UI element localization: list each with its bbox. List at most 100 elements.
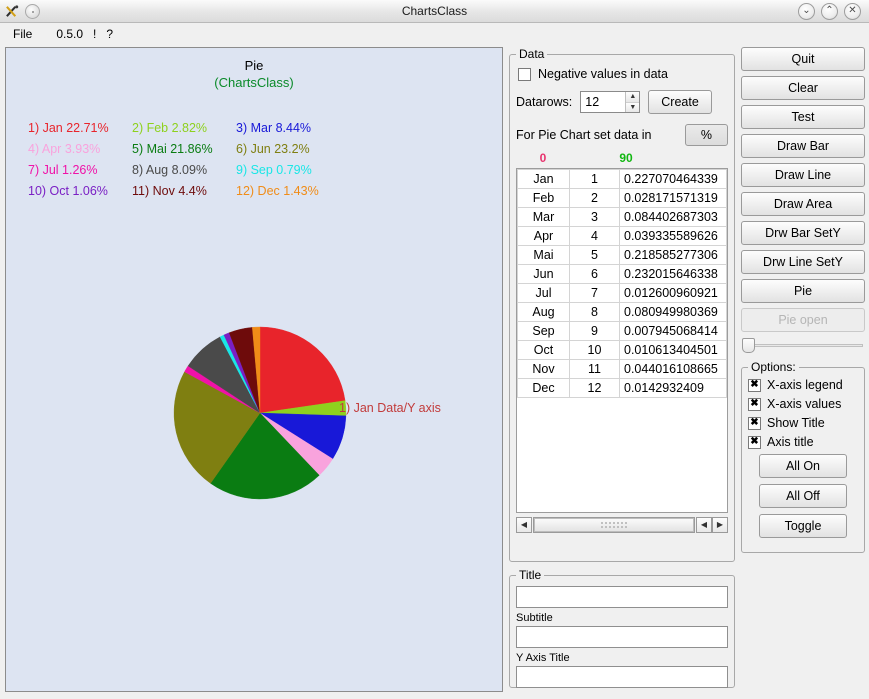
table-row[interactable]: Jun 6 0.232015646338 — [517, 264, 727, 284]
spin-down-icon[interactable]: ▼ — [626, 102, 640, 112]
scroll-right-icon[interactable]: ▶ — [712, 516, 728, 533]
cell-value[interactable]: 0.0142932409 — [619, 378, 727, 398]
percent-toggle-button[interactable]: % — [684, 124, 728, 146]
menu-item-file[interactable]: File — [10, 26, 35, 42]
cell-month[interactable]: Aug — [517, 302, 570, 322]
option-row[interactable]: Show Title — [748, 416, 858, 430]
maximize-icon[interactable]: ⌃ — [821, 2, 838, 20]
datarows-input[interactable] — [581, 92, 626, 112]
table-row[interactable]: Dec 12 0.0142932409 — [517, 378, 727, 398]
negative-values-row[interactable]: Negative values in data — [518, 67, 728, 81]
scrollbar-track[interactable] — [533, 516, 695, 533]
cell-month[interactable]: Feb — [517, 188, 570, 208]
negative-values-checkbox[interactable] — [518, 67, 531, 81]
checkbox-x-axis-legend[interactable] — [748, 378, 761, 392]
cell-value[interactable]: 0.010613404501 — [619, 340, 727, 360]
cell-month[interactable]: Mar — [517, 207, 570, 227]
cell-month[interactable]: Dec — [517, 378, 570, 398]
cell-index[interactable]: 7 — [569, 283, 620, 303]
table-row[interactable]: Sep 9 0.007945068414 — [517, 321, 727, 341]
pie-open-slider[interactable] — [741, 338, 865, 353]
cell-month[interactable]: Jan — [517, 169, 570, 189]
data-table-hscrollbar[interactable]: ◀ ◀ ▶ — [516, 516, 728, 533]
menu-item-help[interactable]: ? — [103, 26, 116, 42]
cell-month[interactable]: Oct — [517, 340, 570, 360]
table-row[interactable]: Apr 4 0.039335589626 — [517, 226, 727, 246]
table-row[interactable]: Mar 3 0.084402687303 — [517, 207, 727, 227]
chart-canvas[interactable]: Pie (ChartsClass) 1) Jan 22.71% 2) Feb 2.… — [5, 47, 503, 692]
option-row[interactable]: Axis title — [748, 435, 858, 449]
yaxis-title-input[interactable] — [516, 666, 728, 688]
subtitle-input[interactable] — [516, 626, 728, 648]
minimize-icon[interactable]: ⌄ — [798, 2, 815, 20]
quit-button[interactable]: Quit — [741, 47, 865, 71]
cell-index[interactable]: 4 — [569, 226, 620, 246]
drw-line-sety-button[interactable]: Drw Line SetY — [741, 250, 865, 274]
cell-index[interactable]: 2 — [569, 188, 620, 208]
cell-index[interactable]: 1 — [569, 169, 620, 189]
cell-value[interactable]: 0.028171571319 — [619, 188, 727, 208]
cell-month[interactable]: Sep — [517, 321, 570, 341]
cell-index[interactable]: 5 — [569, 245, 620, 265]
toggle-button[interactable]: Toggle — [759, 514, 847, 538]
draw-line-button[interactable]: Draw Line — [741, 163, 865, 187]
table-row[interactable]: Aug 8 0.080949980369 — [517, 302, 727, 322]
scroll-left-icon-2[interactable]: ◀ — [696, 516, 712, 533]
cell-month[interactable]: Apr — [517, 226, 570, 246]
cell-value[interactable]: 0.007945068414 — [619, 321, 727, 341]
cell-value[interactable]: 0.232015646338 — [619, 264, 727, 284]
cell-month[interactable]: Mai — [517, 245, 570, 265]
cell-index[interactable]: 3 — [569, 207, 620, 227]
cell-value[interactable]: 0.044016108665 — [619, 359, 727, 379]
close-icon[interactable]: ✕ — [844, 2, 861, 20]
option-row[interactable]: X-axis values — [748, 397, 858, 411]
menu-item-info[interactable]: ! — [90, 26, 99, 42]
title-input[interactable] — [516, 586, 728, 608]
test-button[interactable]: Test — [741, 105, 865, 129]
checkbox-x-axis-values[interactable] — [748, 397, 761, 411]
cell-index[interactable]: 11 — [569, 359, 620, 379]
cell-index[interactable]: 10 — [569, 340, 620, 360]
cell-index[interactable]: 6 — [569, 264, 620, 284]
cell-value[interactable]: 0.084402687303 — [619, 207, 727, 227]
cell-value[interactable]: 0.012600960921 — [619, 283, 727, 303]
window-menu-icon[interactable] — [25, 3, 40, 19]
all-on-button[interactable]: All On — [759, 454, 847, 478]
menu-item-version[interactable]: 0.5.0 — [53, 26, 86, 42]
cell-index[interactable]: 12 — [569, 378, 620, 398]
table-row[interactable]: Jan 1 0.227070464339 — [517, 169, 727, 189]
table-row[interactable]: Jul 7 0.012600960921 — [517, 283, 727, 303]
slider-thumb[interactable] — [742, 338, 755, 353]
pie-slice[interactable] — [259, 326, 346, 414]
spin-up-icon[interactable]: ▲ — [626, 92, 640, 103]
pie-button[interactable]: Pie — [741, 279, 865, 303]
drw-bar-sety-button[interactable]: Drw Bar SetY — [741, 221, 865, 245]
checkbox-axis-title[interactable] — [748, 435, 761, 449]
checkbox-show-title[interactable] — [748, 416, 761, 430]
slider-track[interactable] — [750, 344, 863, 347]
create-button[interactable]: Create — [648, 90, 712, 114]
cell-month[interactable]: Jul — [517, 283, 570, 303]
table-row[interactable]: Oct 10 0.010613404501 — [517, 340, 727, 360]
cell-value[interactable]: 0.080949980369 — [619, 302, 727, 322]
all-off-button[interactable]: All Off — [759, 484, 847, 508]
draw-bar-button[interactable]: Draw Bar — [741, 134, 865, 158]
clear-button[interactable]: Clear — [741, 76, 865, 100]
cell-month[interactable]: Jun — [517, 264, 570, 284]
cell-value[interactable]: 0.039335589626 — [619, 226, 727, 246]
datarows-stepper[interactable]: ▲ ▼ — [580, 91, 641, 113]
data-table-container[interactable]: Jan 1 0.227070464339 Feb 2 0.028171571319 Mar 3… — [516, 168, 728, 513]
draw-area-button[interactable]: Draw Area — [741, 192, 865, 216]
cell-month[interactable]: Nov — [517, 359, 570, 379]
option-row[interactable]: X-axis legend — [748, 378, 858, 392]
table-row[interactable]: Nov 11 0.044016108665 — [517, 359, 727, 379]
cell-index[interactable]: 8 — [569, 302, 620, 322]
datarows-spin-buttons[interactable]: ▲ ▼ — [625, 92, 640, 112]
scrollbar-thumb[interactable] — [534, 517, 694, 532]
cell-value[interactable]: 0.227070464339 — [619, 169, 727, 189]
table-row[interactable]: Mai 5 0.218585277306 — [517, 245, 727, 265]
scroll-left-icon[interactable]: ◀ — [516, 516, 532, 533]
cell-index[interactable]: 9 — [569, 321, 620, 341]
cell-value[interactable]: 0.218585277306 — [619, 245, 727, 265]
table-row[interactable]: Feb 2 0.028171571319 — [517, 188, 727, 208]
